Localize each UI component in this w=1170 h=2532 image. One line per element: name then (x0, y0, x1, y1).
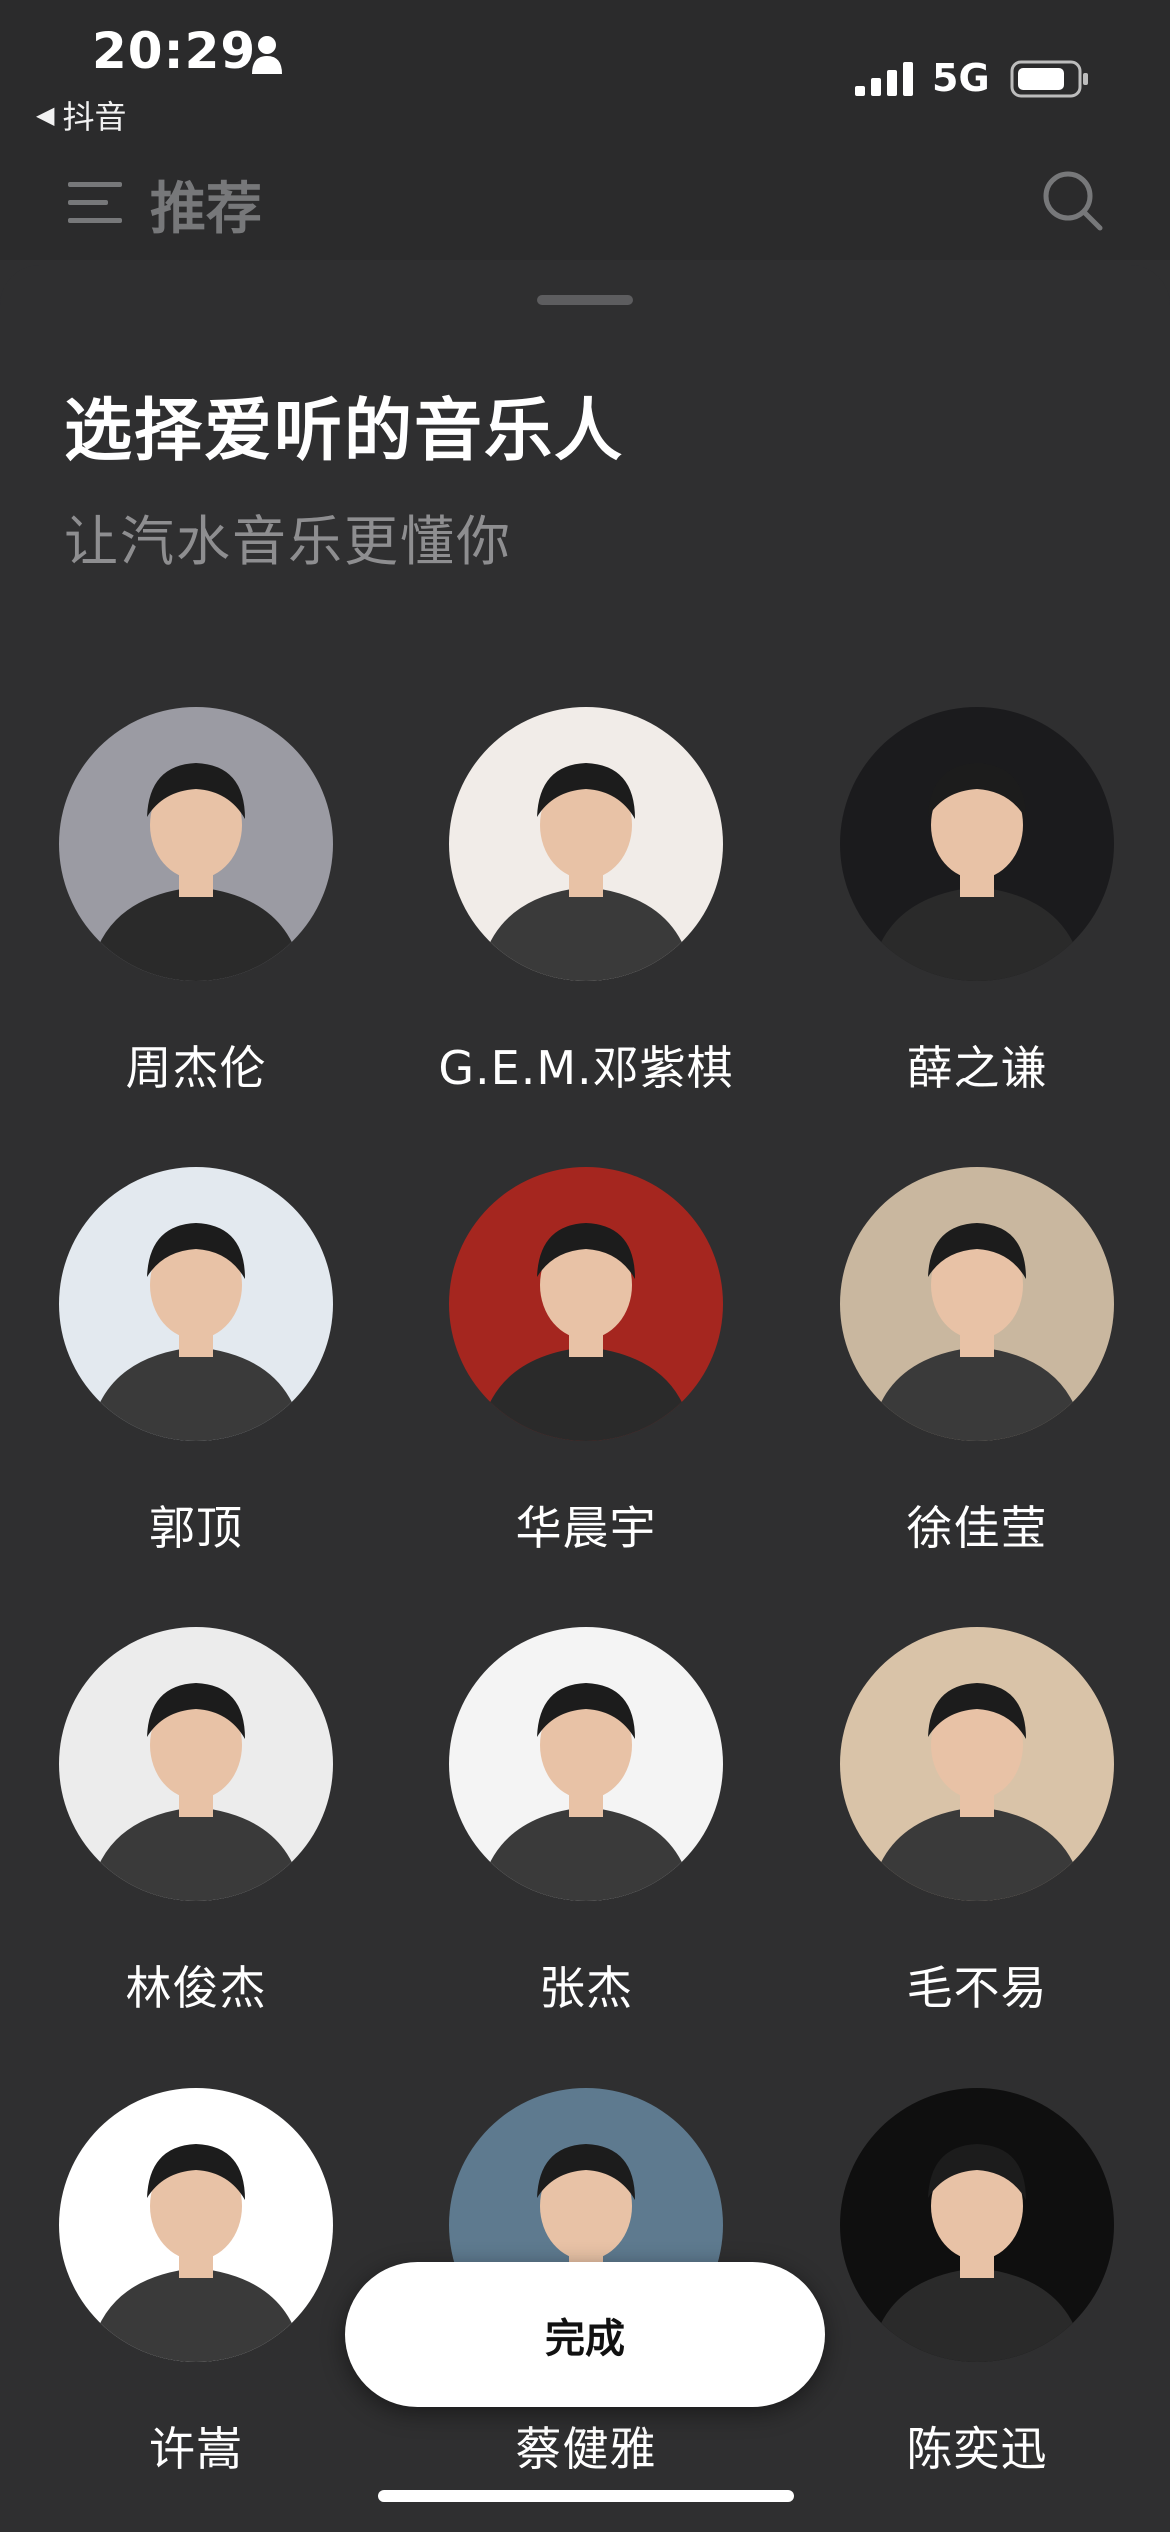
person-silhouette-icon (870, 1223, 1084, 1441)
sheet-drag-handle[interactable] (537, 295, 633, 305)
artist-card[interactable]: 华晨宇 (390, 1167, 782, 1627)
person-silhouette-icon (870, 2144, 1084, 2362)
back-to-app-link[interactable]: ◀ 抖音 (36, 92, 126, 138)
artist-card[interactable]: 陈奕迅 (781, 2088, 1170, 2532)
artist-card[interactable]: 薛之谦 (781, 707, 1170, 1167)
artist-name: G.E.M.邓紫棋 (438, 1041, 734, 1095)
nav-title[interactable]: 推荐 (150, 164, 262, 245)
artist-avatar[interactable] (59, 2088, 333, 2362)
person-silhouette-icon (89, 763, 303, 981)
back-triangle-icon: ◀ (36, 101, 55, 129)
artist-avatar[interactable] (59, 1167, 333, 1441)
artist-avatar[interactable] (59, 707, 333, 981)
signal-icon (855, 62, 913, 96)
artist-card[interactable]: 许嵩 (0, 2088, 392, 2532)
person-silhouette-icon (479, 1223, 693, 1441)
home-indicator (378, 2490, 794, 2502)
artist-card[interactable]: 徐佳莹 (781, 1167, 1170, 1627)
person-silhouette-icon (870, 763, 1084, 981)
artist-avatar[interactable] (59, 1627, 333, 1901)
artist-avatar[interactable] (449, 707, 723, 981)
artist-name: 周杰伦 (125, 1041, 267, 1095)
artist-name: 郭顶 (149, 1501, 243, 1555)
artist-name: 徐佳莹 (906, 1501, 1048, 1555)
sheet-subtitle: 让汽水音乐更懂你 (64, 510, 512, 573)
artist-avatar[interactable] (840, 1627, 1114, 1901)
battery-icon (1010, 60, 1088, 98)
artist-avatar[interactable] (840, 1167, 1114, 1441)
artist-name: 毛不易 (906, 1961, 1048, 2015)
search-icon[interactable] (1040, 168, 1104, 232)
artist-name: 陈奕迅 (906, 2422, 1048, 2476)
status-bar: 20:29 ◀ 抖音 5G (0, 0, 1170, 140)
person-silhouette-icon (479, 1683, 693, 1901)
person-silhouette-icon (479, 763, 693, 981)
artist-card[interactable]: 郭顶 (0, 1167, 392, 1627)
artist-name: 许嵩 (149, 2422, 243, 2476)
artist-avatar[interactable] (840, 707, 1114, 981)
artist-name: 华晨宇 (515, 1501, 657, 1555)
back-app-label: 抖音 (62, 98, 127, 136)
person-silhouette-icon (870, 1683, 1084, 1901)
person-icon (252, 36, 282, 74)
artist-name: 张杰 (539, 1961, 633, 2015)
artist-card[interactable]: 周杰伦 (0, 707, 392, 1167)
person-silhouette-icon (89, 1223, 303, 1441)
artist-avatar[interactable] (840, 2088, 1114, 2362)
network-label: 5G (932, 56, 990, 100)
artist-name: 蔡健雅 (515, 2422, 657, 2476)
artist-card[interactable]: 林俊杰 (0, 1627, 392, 2087)
sheet-title: 选择爱听的音乐人 (64, 392, 625, 471)
status-time: 20:29 (92, 22, 257, 80)
app-screen: 20:29 ◀ 抖音 5G 推荐 选择爱听的音乐人 让汽水音乐更懂你 周杰伦 G… (0, 0, 1170, 2532)
artist-card[interactable]: 毛不易 (781, 1627, 1170, 2087)
artist-card[interactable]: 张杰 (390, 1627, 782, 2087)
person-silhouette-icon (89, 2144, 303, 2362)
top-nav-bar: 推荐 (0, 140, 1170, 260)
artist-avatar[interactable] (449, 1167, 723, 1441)
artist-name: 薛之谦 (906, 1041, 1048, 1095)
artist-avatar[interactable] (449, 1627, 723, 1901)
menu-icon[interactable] (68, 180, 122, 226)
done-button[interactable]: 完成 (345, 2262, 825, 2407)
artist-name: 林俊杰 (125, 1961, 267, 2015)
artist-card[interactable]: G.E.M.邓紫棋 (390, 707, 782, 1167)
person-silhouette-icon (89, 1683, 303, 1901)
